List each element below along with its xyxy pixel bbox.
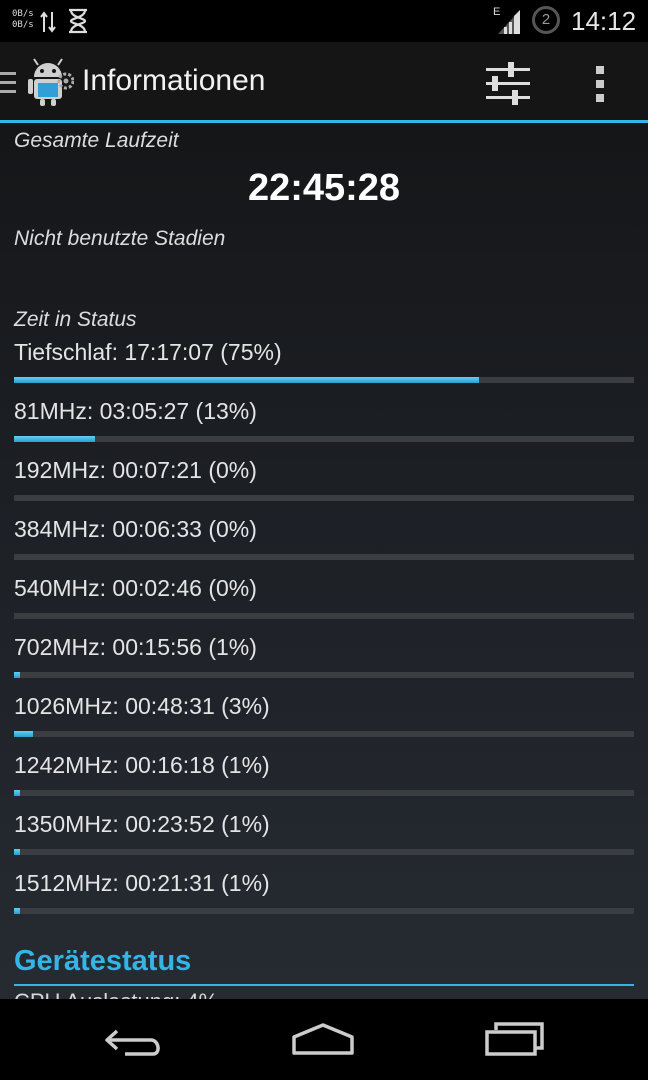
time-in-state-label: Zeit in Status: [14, 308, 137, 331]
state-text: 1350MHz: 00:23:52 (1%): [14, 811, 270, 837]
network-speed: 0B/s 0B/s: [12, 9, 34, 31]
action-bar: Informationen: [0, 42, 648, 123]
overflow-menu-icon[interactable]: [586, 62, 616, 106]
state-progress-fill: [14, 908, 21, 914]
state-progress-fill: [14, 731, 33, 737]
navigation-bar: [0, 999, 648, 1080]
sim-badge-number: 2: [541, 11, 551, 28]
info-content[interactable]: Gesamte Laufzeit 22:45:28 Nicht benutzte…: [0, 123, 648, 999]
state-progress-track: [14, 613, 634, 619]
state-progress-track: [14, 495, 634, 501]
state-progress-fill: [14, 377, 479, 383]
state-progress-track: [14, 554, 634, 560]
home-icon[interactable]: [290, 1021, 356, 1057]
back-icon[interactable]: [103, 1024, 165, 1058]
state-progress-track: [14, 672, 634, 678]
state-progress-fill: [14, 436, 95, 442]
hourglass-icon: [69, 8, 87, 34]
section-divider: [14, 984, 634, 986]
total-runtime-label: Gesamte Laufzeit: [14, 129, 179, 152]
state-text: 1242MHz: 00:16:18 (1%): [14, 752, 270, 778]
state-progress-track: [14, 377, 634, 383]
net-down-speed: 0B/s: [12, 20, 34, 30]
data-transfer-icon: [40, 11, 56, 33]
state-progress-track: [14, 908, 634, 914]
state-progress-fill: [14, 790, 21, 796]
status-bar: 0B/s 0B/s E 2 14:12: [0, 0, 648, 42]
cpu-load-row: CPU Auslastung: 4%: [14, 989, 218, 999]
state-text: Tiefschlaf: 17:17:07 (75%): [14, 339, 282, 365]
page-title: Informationen: [82, 64, 266, 97]
drawer-icon[interactable]: [0, 72, 16, 96]
state-text: 1026MHz: 00:48:31 (3%): [14, 693, 270, 719]
state-progress-track: [14, 790, 634, 796]
app-icon[interactable]: [24, 57, 74, 107]
sliders-icon[interactable]: [478, 56, 538, 110]
device-status-title: Gerätestatus: [14, 945, 192, 977]
state-progress-track: [14, 731, 634, 737]
state-progress-fill: [14, 849, 21, 855]
state-text: 702MHz: 00:15:56 (1%): [14, 634, 257, 660]
sim-badge-icon: 2: [532, 6, 560, 34]
state-text: 540MHz: 00:02:46 (0%): [14, 575, 257, 601]
recent-apps-icon[interactable]: [484, 1022, 546, 1058]
signal-strength-icon: [498, 10, 520, 34]
total-runtime-value: 22:45:28: [247, 167, 401, 209]
unused-states-label: Nicht benutzte Stadien: [14, 227, 226, 250]
state-text: 192MHz: 00:07:21 (0%): [14, 457, 257, 483]
state-text: 384MHz: 00:06:33 (0%): [14, 516, 257, 542]
status-clock: 14:12: [571, 6, 637, 36]
state-progress-track: [14, 436, 634, 442]
state-text: 1512MHz: 00:21:31 (1%): [14, 870, 270, 896]
state-progress-track: [14, 849, 634, 855]
state-progress-fill: [14, 672, 21, 678]
state-text: 81MHz: 03:05:27 (13%): [14, 398, 257, 424]
net-up-speed: 0B/s: [12, 9, 34, 19]
